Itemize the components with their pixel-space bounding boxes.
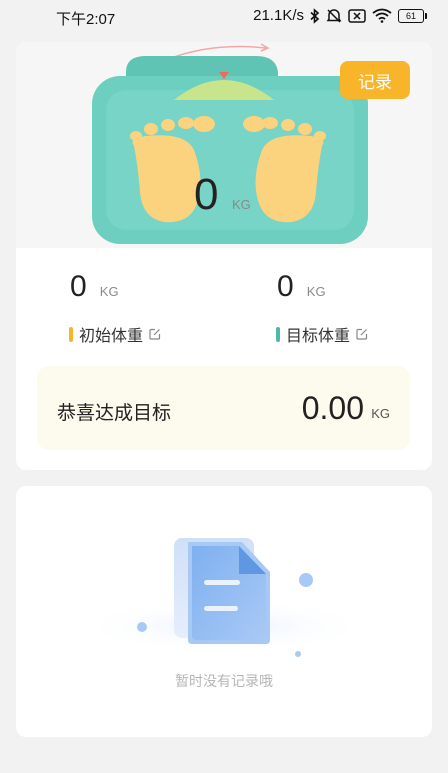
status-bar: 下午2:07 21.1K/s 61 xyxy=(0,0,448,34)
goal-unit: KG xyxy=(371,406,390,421)
target-weight-unit: KG xyxy=(306,284,326,299)
edit-icon[interactable] xyxy=(149,325,161,344)
goal-panel: 恭喜达成目标 0.00 KG xyxy=(37,366,410,450)
network-speed: 21.1K/s xyxy=(253,7,304,24)
status-time: 下午2:07 xyxy=(56,11,116,28)
mute-icon xyxy=(326,8,342,24)
initial-weight-label-row[interactable]: 初始体重 xyxy=(69,322,161,346)
sim-icon xyxy=(348,8,366,23)
status-indicators: 21.1K/s 61 xyxy=(253,7,427,24)
initial-weight-unit: KG xyxy=(99,284,119,299)
initial-weight-marker xyxy=(69,326,73,342)
target-weight-marker xyxy=(276,326,280,342)
records-card: 暂时没有记录哦 xyxy=(16,486,432,737)
record-button[interactable]: 记录 xyxy=(340,61,410,99)
target-weight-label: 目标体重 xyxy=(286,326,351,345)
initial-weight-label: 初始体重 xyxy=(79,326,144,345)
scale-hero: 0 KG 记录 xyxy=(16,42,432,248)
bluetooth-icon xyxy=(310,7,320,24)
document-icon xyxy=(188,542,270,644)
initial-weight-value: 0 xyxy=(70,270,87,303)
target-weight-value: 0 xyxy=(277,270,294,303)
current-weight-value: 0 xyxy=(194,170,219,219)
goal-label: 恭喜达成目标 xyxy=(57,402,172,424)
empty-records-text: 暂时没有记录哦 xyxy=(175,674,273,690)
empty-state-illustration xyxy=(74,538,374,657)
weight-card: 0 KG 记录 0 KG 初始体重 0 KG 目标体重 恭喜达成目标 0.00 … xyxy=(16,42,432,470)
initial-weight: 0 KG xyxy=(70,270,119,304)
battery-icon: 61 xyxy=(398,8,427,23)
wifi-icon xyxy=(372,8,392,23)
target-weight-label-row[interactable]: 目标体重 xyxy=(276,322,368,346)
current-weight-unit: KG xyxy=(232,197,251,212)
goal-value: 0.00 xyxy=(301,390,364,426)
edit-icon[interactable] xyxy=(356,325,368,344)
target-weight: 0 KG xyxy=(277,270,326,304)
